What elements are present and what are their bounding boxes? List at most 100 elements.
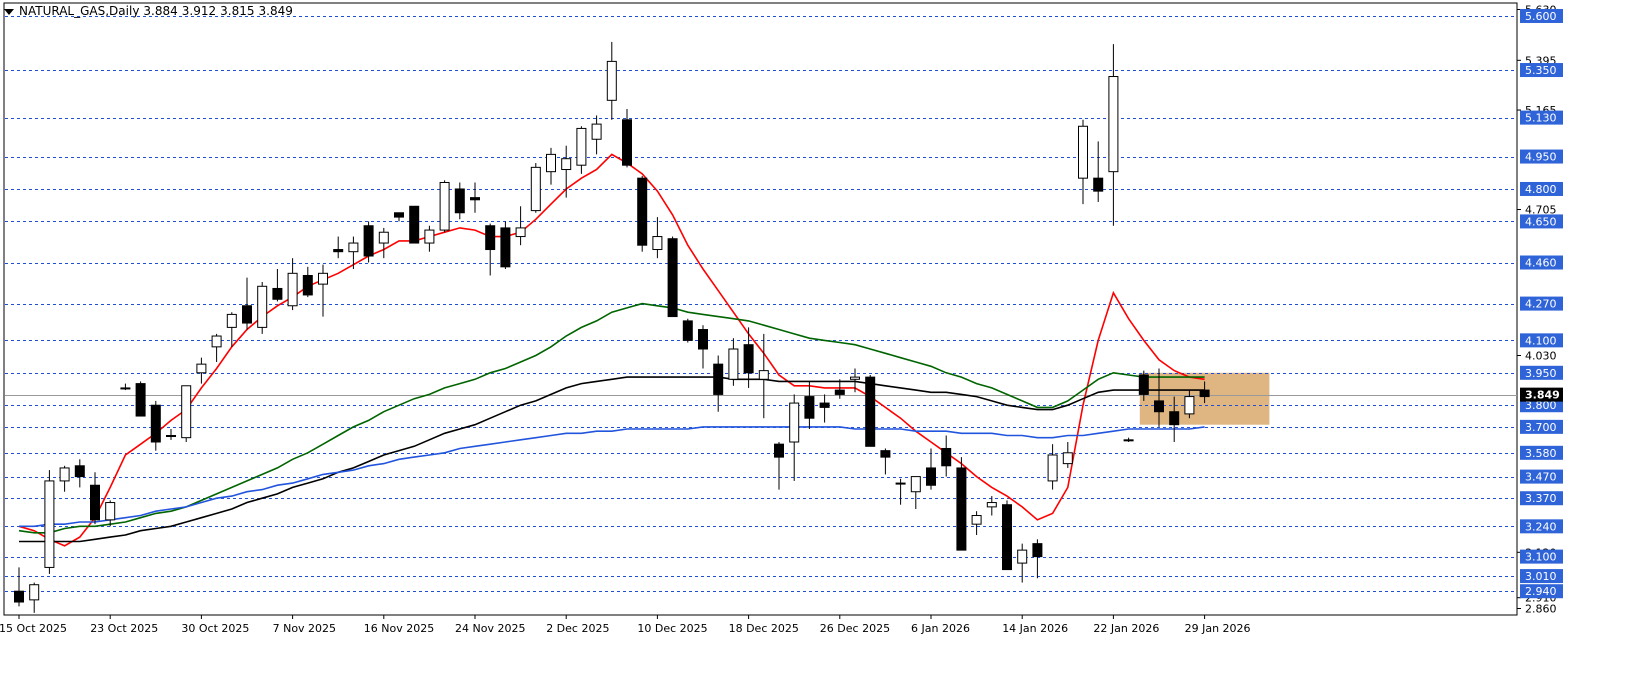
candle-body: [971, 515, 982, 525]
candle-body: [637, 177, 648, 246]
candle-body: [302, 274, 313, 296]
x-tick-label: 16 Nov 2025: [364, 622, 434, 635]
candle-body: [14, 590, 24, 603]
candle-body: [485, 225, 496, 251]
candle-body: [986, 502, 997, 508]
plot-frame: [3, 2, 1518, 616]
candle-body: [470, 197, 480, 201]
candle-body: [333, 249, 344, 253]
candle-body: [622, 119, 632, 166]
candle-body: [1047, 454, 1058, 482]
candle-body: [713, 363, 724, 395]
candle-body: [546, 153, 556, 173]
moving-average-line: [19, 376, 1205, 543]
price-level-tag-label: 5.130: [1525, 112, 1557, 125]
candle-body: [652, 236, 663, 251]
candle-body: [880, 450, 891, 458]
candle-body: [242, 305, 252, 324]
candle-body: [956, 467, 967, 551]
candle-body: [439, 181, 450, 231]
price-level-tag-label: 5.600: [1525, 10, 1557, 23]
x-tick-label: 6 Jan 2026: [911, 622, 970, 635]
moving-average-line: [18, 153, 1205, 547]
candle-body: [789, 402, 800, 443]
price-level-tag-label: 4.460: [1525, 257, 1557, 270]
candle-body: [926, 467, 936, 486]
candle-body: [424, 229, 435, 244]
price-level-tag-label: 3.470: [1525, 471, 1557, 484]
x-tick-label: 14 Jan 2026: [1002, 622, 1068, 635]
price-chart[interactable]: 5.6305.3955.1654.7054.0303.1202.9102.860…: [0, 0, 1641, 674]
candle-body: [804, 396, 815, 419]
candle-body: [29, 584, 40, 601]
candle-body: [318, 272, 328, 285]
candle-body: [1108, 76, 1119, 173]
candle-body: [667, 238, 678, 318]
candle-body: [1154, 400, 1164, 413]
price-level-tag-label: 4.650: [1525, 215, 1557, 228]
x-tick-label: 10 Dec 2025: [637, 622, 707, 635]
candle-body: [257, 285, 268, 328]
candle-body: [1002, 504, 1012, 571]
x-tick-label: 18 Dec 2025: [729, 622, 799, 635]
candle-body: [1138, 374, 1149, 395]
candle-body: [44, 480, 55, 568]
x-tick-label: 24 Nov 2025: [455, 622, 525, 635]
candle-body: [348, 242, 359, 253]
candle-body: [135, 383, 146, 417]
candle-body: [530, 166, 541, 212]
x-tick-label: 26 Dec 2025: [820, 622, 890, 635]
price-level-tag-label: 3.950: [1525, 367, 1557, 380]
candle-body: [774, 443, 784, 458]
candle-body: [287, 272, 298, 307]
candle-body: [378, 231, 389, 244]
candle-body: [211, 335, 222, 348]
candle-body: [105, 502, 116, 521]
candle-body: [272, 287, 283, 300]
candle-body: [819, 402, 830, 408]
candle-body: [196, 363, 207, 374]
candle-body: [1032, 543, 1043, 558]
candle-body: [226, 313, 237, 328]
candle-body: [865, 376, 876, 447]
price-level-tag-label: 3.100: [1525, 551, 1557, 564]
y-tick-label: 4.030: [1525, 349, 1557, 362]
candle-body: [895, 482, 906, 485]
x-tick-label: 22 Jan 2026: [1093, 622, 1159, 635]
price-level-tag-label: 3.240: [1525, 520, 1557, 533]
candle-body: [728, 348, 739, 380]
x-tick-label: 30 Oct 2025: [181, 622, 249, 635]
candle-body: [150, 404, 161, 443]
candle-body: [606, 60, 617, 101]
candle-body: [454, 188, 465, 214]
x-tick-label: 2 Dec 2025: [546, 622, 609, 635]
candle-body: [743, 344, 754, 374]
price-level-tag-label: 3.370: [1525, 492, 1557, 505]
candle-body: [409, 205, 420, 244]
candle-body: [394, 212, 404, 218]
candle-body: [74, 465, 85, 478]
candle-body: [1078, 125, 1088, 179]
candle-body: [1169, 411, 1180, 426]
price-level-tag-label: 4.950: [1525, 151, 1557, 164]
candle-body: [1184, 396, 1195, 415]
candle-body: [561, 158, 572, 171]
candle-body: [910, 476, 921, 493]
candle-body: [591, 123, 602, 140]
price-level-tag-label: 3.700: [1525, 421, 1557, 434]
price-level-tag-label: 4.100: [1525, 334, 1557, 347]
candle-body: [515, 227, 526, 238]
candle-body: [181, 385, 192, 439]
x-tick-label: 29 Jan 2026: [1185, 622, 1251, 635]
price-level-tag-label: 2.940: [1525, 585, 1557, 598]
y-tick-label: 2.860: [1525, 603, 1557, 616]
candle-body: [120, 387, 131, 390]
candle-body: [682, 320, 693, 341]
candle-body: [166, 435, 176, 438]
candle-body: [1093, 177, 1104, 192]
price-level-tag-label: 3.010: [1525, 570, 1557, 583]
price-level-tag-label: 5.350: [1525, 64, 1557, 77]
candle-body: [698, 329, 708, 350]
price-level-tag-label: 4.800: [1525, 183, 1557, 196]
candle-body: [363, 225, 374, 257]
